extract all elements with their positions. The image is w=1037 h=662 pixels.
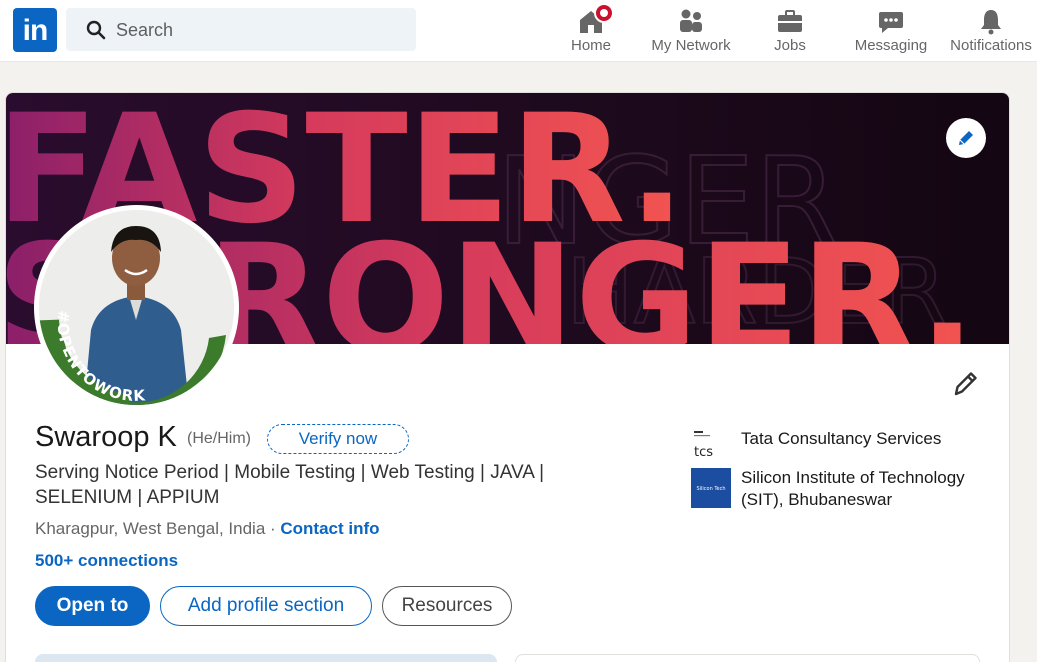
notification-badge bbox=[594, 3, 614, 23]
profile-name: Swaroop K bbox=[35, 421, 177, 453]
nav-jobs[interactable]: Jobs bbox=[760, 0, 820, 62]
chat-icon bbox=[879, 12, 903, 33]
search-icon bbox=[86, 20, 106, 40]
svg-text:Silicon Tech: Silicon Tech bbox=[696, 486, 725, 492]
nav-messaging[interactable]: Messaging bbox=[850, 0, 932, 62]
profile-card: NGER HARDER FASTER. STRONGER. #OPENTOWOR… bbox=[5, 92, 1010, 662]
network-icon bbox=[680, 9, 702, 32]
pronouns: (He/Him) bbox=[187, 430, 251, 447]
pencil-icon bbox=[959, 131, 973, 145]
svg-text:tcs: tcs bbox=[694, 445, 713, 460]
avatar-illustration: #OPENTOWORK bbox=[39, 210, 234, 405]
school-logo: Silicon Tech bbox=[691, 468, 731, 508]
nav-my-network-label: My Network bbox=[651, 37, 731, 54]
add-profile-section-button[interactable]: Add profile section bbox=[160, 586, 372, 626]
avatar: #OPENTOWORK bbox=[39, 210, 234, 405]
nav-home[interactable]: Home bbox=[556, 0, 626, 62]
edit-intro-pencil-icon[interactable] bbox=[951, 368, 981, 398]
edit-banner-button[interactable] bbox=[946, 118, 986, 158]
nav-messaging-label: Messaging bbox=[854, 37, 928, 54]
contact-info-link[interactable]: Contact info bbox=[280, 519, 379, 538]
global-nav: in Search Home My Network Jobs Messaging… bbox=[0, 0, 1037, 62]
location-text: Kharagpur, West Bengal, India bbox=[35, 519, 266, 538]
verify-now-button[interactable]: Verify now bbox=[267, 424, 409, 454]
connections-link[interactable]: 500+ connections bbox=[35, 551, 178, 571]
search-input[interactable]: Search bbox=[66, 8, 416, 51]
school-name: Silicon Institute of Technology (SIT), B… bbox=[741, 468, 965, 509]
nav-notifications[interactable]: Notifications bbox=[946, 0, 1036, 62]
location-line: Kharagpur, West Bengal, India · Contact … bbox=[35, 519, 380, 539]
briefcase-icon bbox=[778, 10, 802, 32]
nav-jobs-label: Jobs bbox=[774, 37, 806, 54]
search-placeholder: Search bbox=[116, 20, 174, 40]
company-name: Tata Consultancy Services bbox=[741, 429, 942, 448]
nav-notifications-label: Notifications bbox=[950, 37, 1032, 54]
tcs-logo: tcs bbox=[691, 426, 731, 466]
open-to-button[interactable]: Open to bbox=[35, 586, 150, 626]
linkedin-logo[interactable]: in bbox=[13, 8, 57, 52]
separator: · bbox=[265, 519, 281, 538]
nav-my-network[interactable]: My Network bbox=[646, 0, 736, 62]
nav-home-label: Home bbox=[570, 37, 611, 54]
profile-headline: Serving Notice Period | Mobile Testing |… bbox=[35, 462, 545, 508]
resources-button[interactable]: Resources bbox=[382, 586, 512, 626]
bell-icon bbox=[981, 10, 1001, 35]
profile-photo[interactable]: #OPENTOWORK bbox=[34, 205, 239, 410]
next-card-left bbox=[35, 654, 497, 662]
next-card-right bbox=[515, 654, 980, 662]
